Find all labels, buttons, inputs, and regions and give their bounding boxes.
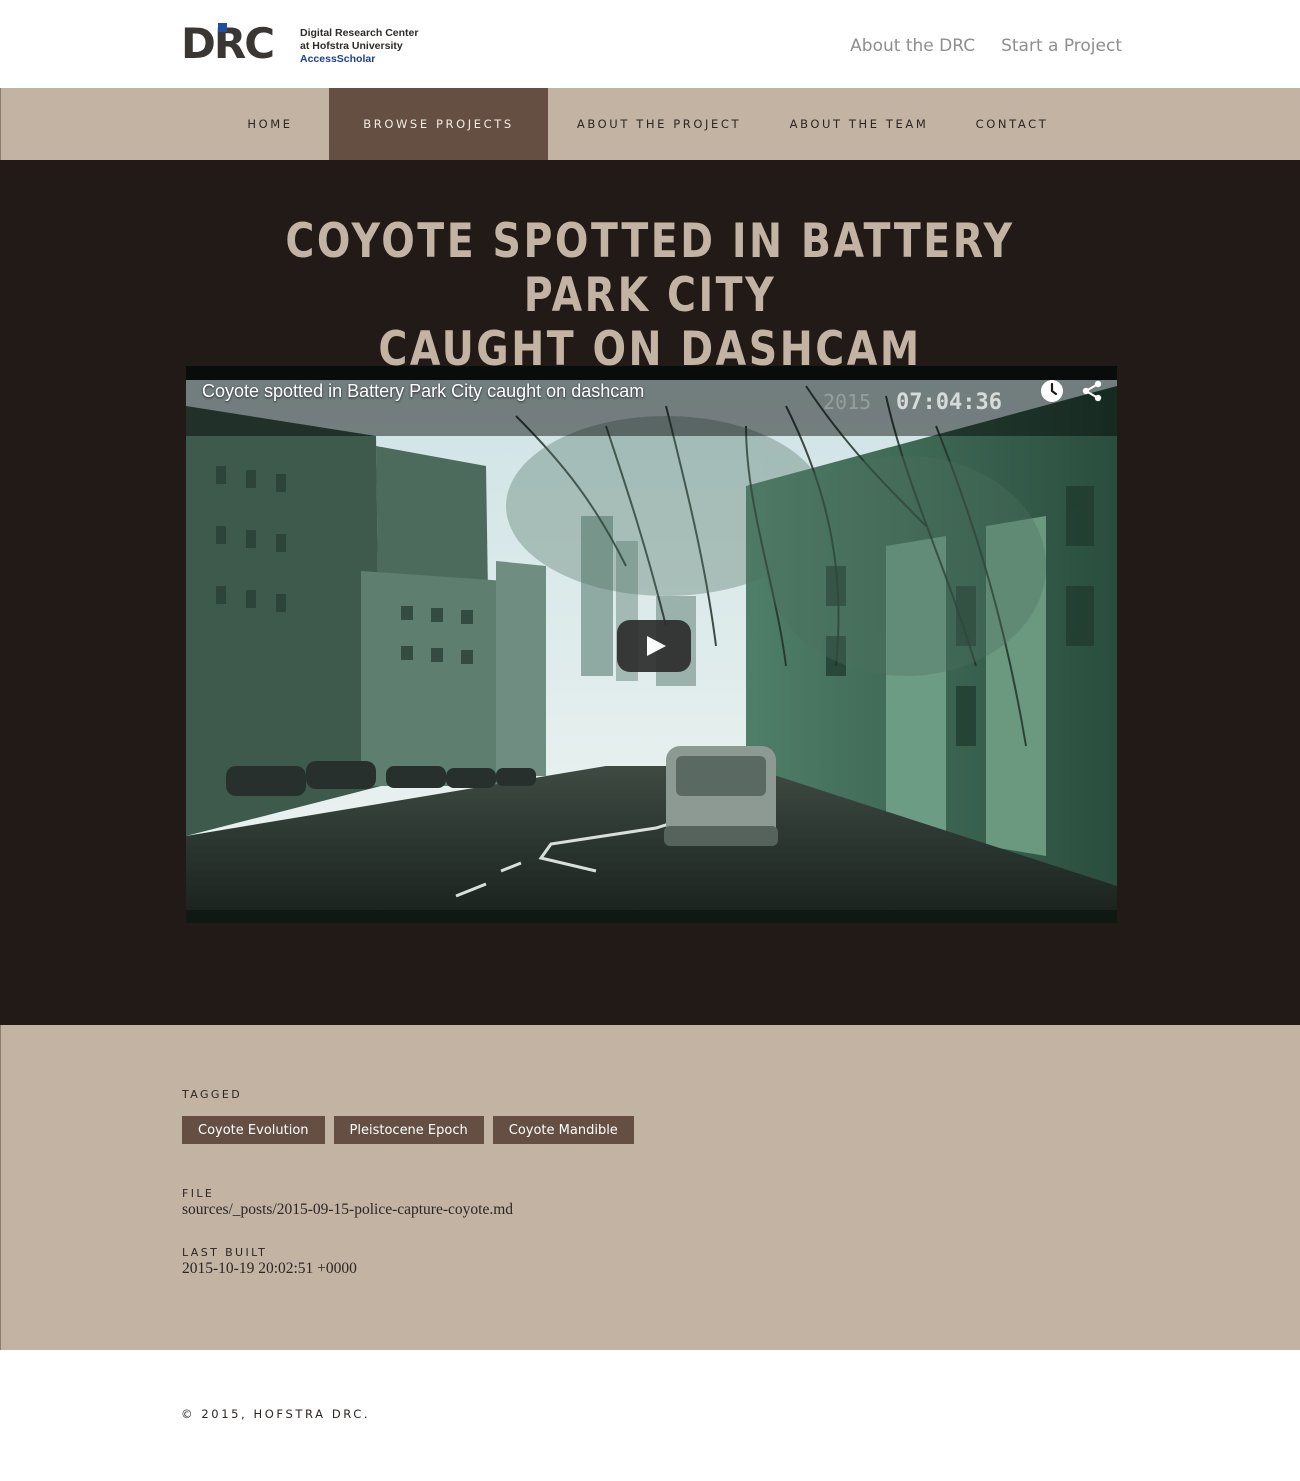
about-drc-link[interactable]: About the DRC — [850, 36, 975, 56]
tag-coyote-mandible[interactable]: Coyote Mandible — [492, 1116, 634, 1144]
tag-pleistocene-epoch[interactable]: Pleistocene Epoch — [333, 1116, 484, 1144]
video-title[interactable]: Coyote spotted in Battery Park City caug… — [202, 381, 644, 402]
logo-mark-text: DRC — [181, 19, 275, 68]
nav-about-team[interactable]: ABOUT THE TEAM — [775, 88, 943, 160]
last-built-value: 2015-10-19 20:02:51 +0000 — [182, 1260, 357, 1277]
nav-browse-projects[interactable]: BROWSE PROJECTS — [329, 88, 548, 160]
logo-blue-square — [218, 23, 227, 32]
page-title: COYOTE SPOTTED IN BATTERY PARK CITY CAUG… — [230, 215, 1070, 377]
video-stamp-year: 2015 — [823, 390, 872, 414]
site-header: DRC Digital Research Center at Hofstra U… — [0, 0, 1300, 88]
file-path: sources/_posts/2015-09-15-police-capture… — [182, 1201, 514, 1218]
nav-contact[interactable]: CONTACT — [963, 88, 1061, 160]
logo-line-2: at Hofstra University — [300, 40, 403, 52]
nav-home[interactable]: HOME — [222, 88, 318, 160]
play-icon[interactable] — [617, 620, 691, 672]
page-title-line-1: COYOTE SPOTTED IN BATTERY PARK CITY — [285, 214, 1015, 323]
watch-later-icon[interactable] — [1040, 379, 1064, 403]
last-built-label: LAST BUILT — [182, 1246, 268, 1259]
tag-coyote-evolution[interactable]: Coyote Evolution — [182, 1116, 325, 1144]
nav-about-project[interactable]: ABOUT THE PROJECT — [561, 88, 757, 160]
drc-logo-mark: DRC — [181, 22, 293, 66]
logo-line-3: AccessScholar — [300, 53, 376, 65]
share-icon[interactable] — [1080, 379, 1104, 403]
start-project-link[interactable]: Start a Project — [1001, 36, 1122, 56]
drc-logo[interactable]: DRC Digital Research Center at Hofstra U… — [181, 22, 418, 66]
tag-list: Coyote Evolution Pleistocene Epoch Coyot… — [182, 1116, 634, 1144]
hero-section: COYOTE SPOTTED IN BATTERY PARK CITY CAUG… — [0, 160, 1300, 1025]
logo-line-1: Digital Research Center — [300, 27, 419, 39]
file-label: FILE — [182, 1187, 215, 1200]
video-player[interactable]: 2015 07:04:36 Coyote spotted in Battery … — [186, 366, 1117, 923]
logo-wordmark: Digital Research Center at Hofstra Unive… — [300, 27, 418, 66]
post-meta: TAGGED Coyote Evolution Pleistocene Epoc… — [0, 1025, 1300, 1350]
main-nav: HOME BROWSE PROJECTS ABOUT THE PROJECT A… — [0, 88, 1300, 160]
top-links: About the DRC Start a Project — [850, 36, 1122, 56]
footer-copyright: © 2015, HOFSTRA DRC. — [181, 1407, 371, 1421]
video-timestamp: 07:04:36 — [896, 390, 1002, 415]
tagged-label: TAGGED — [182, 1088, 243, 1101]
